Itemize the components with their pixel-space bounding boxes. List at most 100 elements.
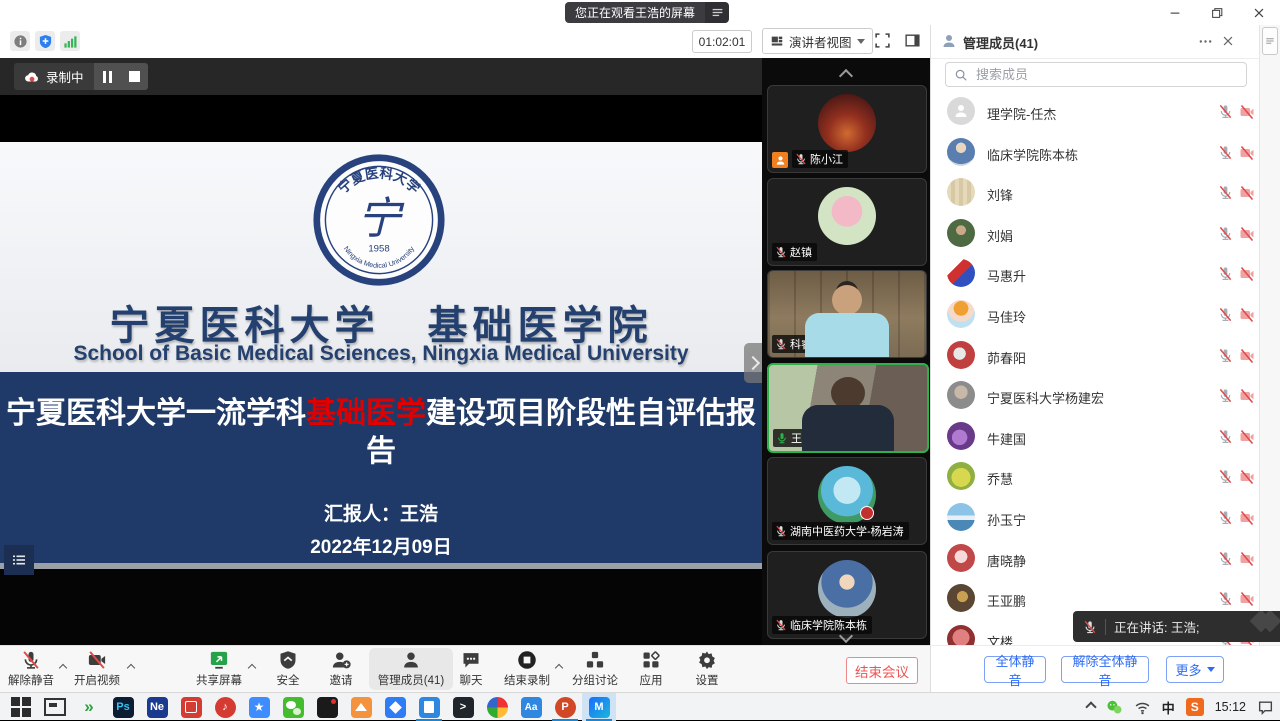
panel-more-button[interactable] <box>1198 34 1213 49</box>
taskbar-clock[interactable]: 15:12 <box>1215 700 1246 714</box>
mic-muted-icon[interactable] <box>1218 104 1233 119</box>
wechat-tray-icon[interactable] <box>1106 699 1123 716</box>
member-row[interactable]: 刘娟 <box>931 213 1261 254</box>
collapse-thumbnails-handle[interactable] <box>744 343 762 383</box>
member-row[interactable]: 牛建国 <box>931 416 1261 457</box>
show-hidden-icons-button[interactable] <box>1087 698 1095 716</box>
taskbar-app-powerpoint[interactable]: P <box>548 693 582 721</box>
camera-muted-icon[interactable] <box>1239 185 1255 201</box>
settings-button[interactable]: 设置 <box>679 650 735 688</box>
taskbar-app-green-arrows[interactable]: » <box>72 693 106 721</box>
member-row[interactable]: 马惠升 <box>931 253 1261 294</box>
taskbar-app-notes[interactable]: Ne <box>140 693 174 721</box>
camera-muted-icon[interactable] <box>1239 510 1255 526</box>
scroll-up-button[interactable] <box>841 68 851 86</box>
camera-muted-icon[interactable] <box>1239 307 1255 323</box>
taskbar-app-music[interactable]: ♪ <box>208 693 242 721</box>
video-tile[interactable]: 陈小江 <box>767 85 927 173</box>
member-row[interactable]: 马佳玲 <box>931 294 1261 335</box>
pause-recording-button[interactable] <box>94 63 121 90</box>
side-panel-toggle-button[interactable] <box>904 32 922 50</box>
taskbar-app-star-chat[interactable]: ★ <box>242 693 276 721</box>
stop-recording-button[interactable] <box>121 63 148 90</box>
camera-muted-icon[interactable] <box>1239 591 1255 607</box>
camera-muted-icon[interactable] <box>1239 104 1255 120</box>
video-tile[interactable]: 湖南中医药大学-杨岩涛 <box>767 457 927 545</box>
breakout-rooms-button[interactable]: 分组讨论 <box>565 650 625 688</box>
scrollbar-thumb[interactable] <box>1262 27 1278 55</box>
invite-button[interactable]: 邀请 <box>313 650 369 688</box>
taskbar-app-photos[interactable] <box>344 693 378 721</box>
action-center-icon[interactable] <box>1257 699 1274 716</box>
mic-muted-icon[interactable] <box>1218 348 1233 363</box>
panel-scrollbar[interactable] <box>1259 25 1280 645</box>
scroll-down-button[interactable] <box>841 628 851 646</box>
chat-button[interactable]: 聊天 <box>443 650 499 688</box>
search-input[interactable] <box>974 66 1238 83</box>
member-row[interactable]: 孙玉宁 <box>931 497 1261 538</box>
taskbar-app-photoshop[interactable]: Ps <box>106 693 140 721</box>
ime-indicator[interactable]: 中 <box>1162 698 1175 717</box>
member-row[interactable]: 临床学院陈本栋 <box>931 132 1261 173</box>
taskbar-app-red-square[interactable] <box>174 693 208 721</box>
mic-muted-icon[interactable] <box>1218 145 1233 160</box>
mic-muted-icon[interactable] <box>1218 429 1233 444</box>
mic-muted-icon[interactable] <box>1218 266 1233 281</box>
mic-muted-icon[interactable] <box>1218 226 1233 241</box>
sogou-input-icon[interactable]: S <box>1186 698 1204 716</box>
security-button[interactable]: 安全 <box>260 650 316 688</box>
mic-muted-icon[interactable] <box>1218 185 1233 200</box>
taskbar-app-browser[interactable] <box>480 693 514 721</box>
watching-screen-menu-button[interactable] <box>705 2 729 23</box>
camera-muted-icon[interactable] <box>1239 388 1255 404</box>
panel-close-button[interactable] <box>1221 34 1235 48</box>
member-row[interactable]: 乔慧 <box>931 456 1261 497</box>
member-row[interactable]: 理学院-任杰 <box>931 91 1261 132</box>
recording-options-button[interactable] <box>556 658 562 676</box>
apps-button[interactable]: 应用 <box>623 650 679 688</box>
more-button[interactable]: 更多 <box>1166 656 1224 683</box>
camera-muted-icon[interactable] <box>1239 429 1255 445</box>
unmute-button[interactable]: 解除静音 <box>2 650 60 688</box>
mic-muted-icon[interactable] <box>1218 551 1233 566</box>
mic-muted-icon[interactable] <box>1218 469 1233 484</box>
unmute-all-button[interactable]: 解除全体静音 <box>1061 656 1149 683</box>
restore-button[interactable] <box>1196 0 1238 25</box>
mic-muted-icon[interactable] <box>1218 388 1233 403</box>
video-tile[interactable]: 科睿唯安叶选杰 <box>767 270 927 358</box>
wifi-icon[interactable] <box>1134 699 1151 716</box>
taskbar-app-chevron[interactable]: > <box>446 693 480 721</box>
meeting-security-button[interactable] <box>35 31 55 51</box>
close-button[interactable] <box>1238 0 1280 25</box>
mic-options-button[interactable] <box>60 658 66 676</box>
member-search-box[interactable] <box>945 62 1247 87</box>
member-row[interactable]: 刘锋 <box>931 172 1261 213</box>
mic-muted-icon[interactable] <box>1218 510 1233 525</box>
mic-muted-icon[interactable] <box>1218 591 1233 606</box>
camera-muted-icon[interactable] <box>1239 469 1255 485</box>
fullscreen-button[interactable] <box>874 32 892 50</box>
camera-muted-icon[interactable] <box>1239 145 1255 161</box>
taskbar-app-meeting[interactable]: M <box>582 693 616 721</box>
mute-all-button[interactable]: 全体静音 <box>984 656 1046 683</box>
end-meeting-button[interactable]: 结束会议 <box>846 657 918 684</box>
mic-muted-icon[interactable] <box>1218 307 1233 322</box>
manage-members-button[interactable]: 管理成员(41) <box>369 648 453 690</box>
video-tile-speaking[interactable]: 王浩 <box>767 363 929 453</box>
video-options-button[interactable] <box>128 658 134 676</box>
taskbar-app-translate[interactable]: Aa <box>514 693 548 721</box>
meeting-info-button[interactable] <box>10 31 30 51</box>
camera-muted-icon[interactable] <box>1239 348 1255 364</box>
share-options-button[interactable] <box>249 658 255 676</box>
camera-muted-icon[interactable] <box>1239 226 1255 242</box>
taskbar-app-blue-kite[interactable] <box>378 693 412 721</box>
task-view-button[interactable] <box>38 693 72 721</box>
video-tile[interactable]: 临床学院陈本栋 <box>767 551 927 639</box>
share-screen-button[interactable]: 共享屏幕 <box>190 650 248 688</box>
camera-muted-icon[interactable] <box>1239 551 1255 567</box>
stop-recording-button[interactable]: 结束录制 <box>497 650 557 688</box>
slide-outline-button[interactable] <box>4 545 34 575</box>
start-button[interactable] <box>4 693 38 721</box>
taskbar-app-wechat[interactable] <box>276 693 310 721</box>
view-mode-dropdown[interactable]: 演讲者视图 <box>762 28 873 54</box>
